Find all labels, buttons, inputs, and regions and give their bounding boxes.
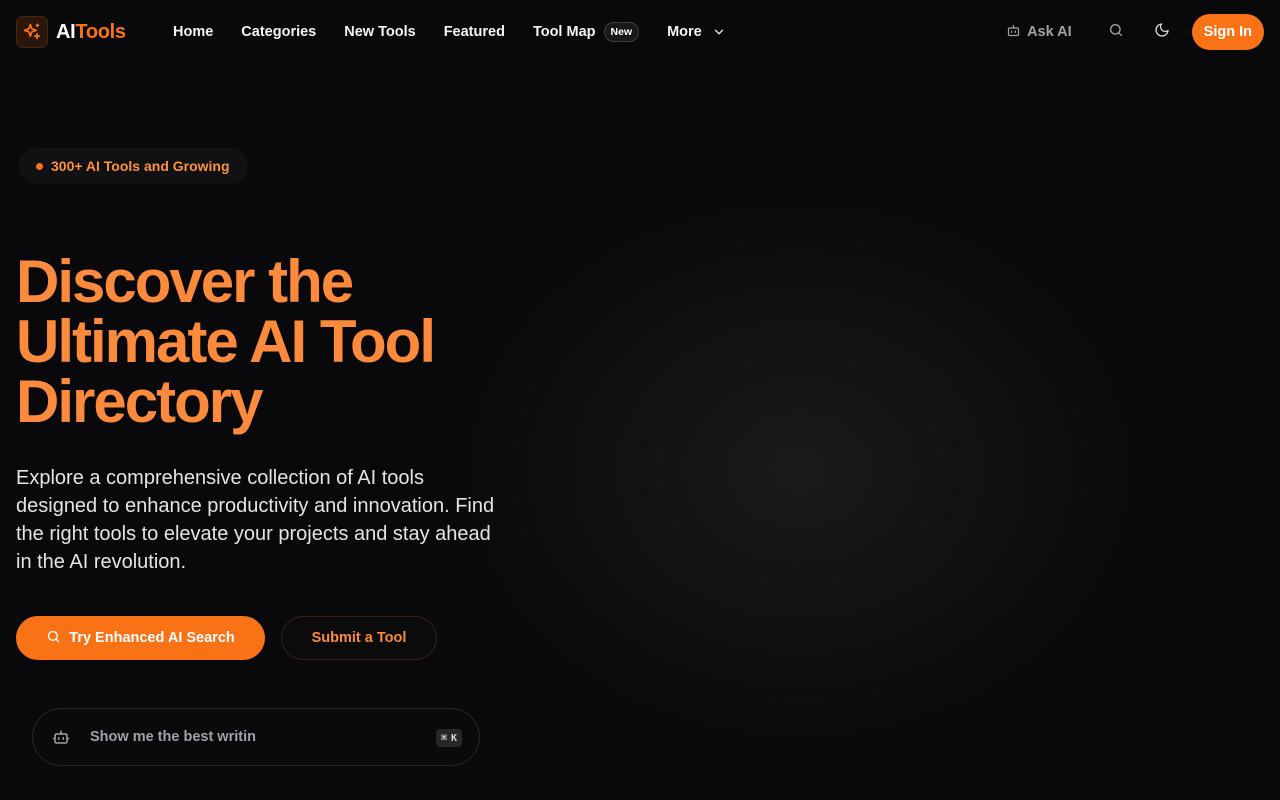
search-icon [1108, 22, 1124, 43]
nav-actions: Ask AI Sign In [1006, 14, 1264, 50]
shortcut-key: K [450, 732, 457, 744]
nav-tool-map-label: Tool Map [532, 24, 596, 40]
headline-line-1: Discover the [16, 248, 354, 315]
brand-name: AITools [56, 21, 126, 44]
nav-featured[interactable]: Featured [444, 24, 505, 40]
ai-search-input[interactable] [90, 729, 410, 745]
theme-toggle[interactable] [1144, 14, 1180, 50]
nav-home[interactable]: Home [173, 24, 213, 40]
nav-tool-map[interactable]: Tool Map New [532, 22, 640, 42]
status-dot [36, 162, 43, 170]
chevron-down-icon [712, 25, 726, 39]
hero-description: Explore a comprehensive collection of AI… [16, 467, 495, 573]
nav-new-tools[interactable]: New Tools [344, 24, 415, 40]
robot-icon [1006, 23, 1021, 42]
nav-more[interactable]: More [667, 24, 726, 40]
ai-search-box[interactable]: ⌘ K [32, 708, 480, 766]
moon-icon [1154, 22, 1170, 43]
sign-in-button[interactable]: Sign In [1191, 14, 1264, 50]
robot-icon [51, 727, 71, 747]
nav-categories[interactable]: Categories [241, 24, 316, 40]
command-key-icon: ⌘ [440, 732, 447, 744]
submit-tool-button[interactable]: Submit a Tool [281, 616, 437, 660]
nav-more-label: More [667, 24, 702, 40]
tools-count-pill: 300+ AI Tools and Growing [18, 148, 248, 184]
enhanced-ai-search-label: Try Enhanced AI Search [69, 630, 235, 646]
headline-line-2: Ultimate AI Tool [16, 308, 436, 375]
main-menu: Home Categories New Tools Featured Tool … [160, 20, 741, 44]
top-navbar: AITools Home Categories New Tools Featur… [0, 0, 1280, 64]
ask-ai-button[interactable]: Ask AI [1006, 23, 1072, 42]
brand-name-part2: Tools [75, 20, 126, 43]
enhanced-ai-search-button[interactable]: Try Enhanced AI Search [16, 616, 265, 660]
brand-logo[interactable]: AITools [16, 16, 126, 48]
brand-name-part1: AI [56, 20, 76, 43]
search-button[interactable] [1098, 14, 1134, 50]
headline-line-3: Directory [16, 368, 263, 435]
hero-headline: Discover the Ultimate AI Tool Directory [16, 252, 536, 432]
sparkle-icon [16, 16, 48, 48]
keyboard-shortcut: ⌘ K [435, 729, 462, 747]
search-icon [46, 629, 61, 648]
ask-ai-label: Ask AI [1027, 24, 1072, 40]
new-badge: New [603, 22, 640, 42]
tools-count-label: 300+ AI Tools and Growing [51, 158, 230, 174]
